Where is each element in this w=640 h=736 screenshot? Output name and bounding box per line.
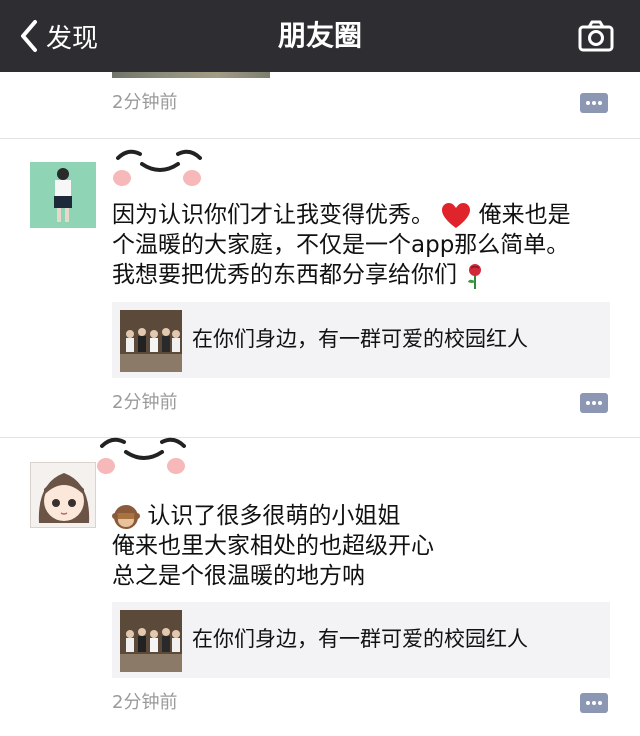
see-no-evil-monkey-icon [112, 504, 140, 529]
avatar[interactable] [30, 462, 96, 528]
link-title: 在你们身边，有一群可爱的校园红人 [192, 627, 528, 651]
post-line: 俺来也是 [478, 202, 571, 228]
kawaii-face-sticker [113, 149, 202, 186]
comment-icon[interactable] [580, 693, 608, 713]
kawaii-face-sticker [97, 437, 186, 474]
page-title: 朋友圈 [277, 19, 362, 52]
link-thumbnail [120, 310, 182, 372]
heart-icon [442, 202, 471, 228]
post-divider [0, 138, 640, 139]
link-thumbnail [120, 610, 182, 672]
post-line: 我想要把优秀的东西都分享给你们 [112, 262, 457, 288]
post-text: 因为认识你们才让我变得优秀。 俺来也是 个温暖的大家庭，不仅是一个app那么简单… [112, 200, 612, 290]
post-time: 2分钟前 [112, 392, 178, 413]
navigation-bar: 发现 朋友圈 [0, 0, 640, 72]
link-card[interactable]: 在你们身边，有一群可爱的校园红人 [112, 602, 610, 678]
post-line: 总之是个很温暖的地方呐 [112, 563, 365, 589]
post-text: 认识了很多很萌的小姐姐 俺来也里大家相处的也超级开心 总之是个很温暖的地方呐 [112, 501, 612, 591]
post-line: 俺来也里大家相处的也超级开心 [112, 533, 434, 559]
comment-icon[interactable] [580, 93, 608, 113]
camera-icon[interactable] [578, 20, 614, 52]
rose-icon [468, 263, 482, 289]
avatar[interactable] [30, 162, 96, 228]
comment-icon[interactable] [580, 393, 608, 413]
post-line: 认识了很多很萌的小姐姐 [147, 503, 401, 529]
post-line: 个温暖的大家庭，不仅是一个app那么简单。 [112, 232, 570, 258]
link-card[interactable]: 在你们身边，有一群可爱的校园红人 [112, 302, 610, 378]
post-line: 因为认识你们才让我变得优秀。 [112, 202, 434, 228]
post-time: 2分钟前 [112, 692, 178, 713]
post-time: 2分钟前 [112, 92, 178, 113]
link-title: 在你们身边，有一群可爱的校园红人 [192, 327, 528, 351]
